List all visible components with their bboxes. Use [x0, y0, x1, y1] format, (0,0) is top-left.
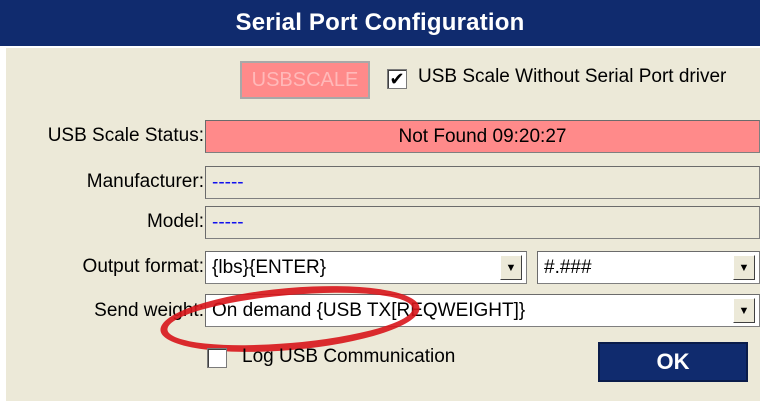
number-format-value: #.###	[544, 256, 592, 278]
output-format-value: {lbs}{ENTER}	[212, 256, 327, 278]
number-format-select[interactable]: #.###	[537, 251, 760, 284]
log-usb-label: Log USB Communication	[242, 346, 456, 367]
manufacturer-value: -----	[212, 171, 244, 193]
manufacturer-label: Manufacturer:	[86, 171, 204, 192]
checkmark-icon: ✔	[389, 69, 405, 89]
usbscale-badge: USBSCALE	[240, 61, 370, 99]
log-usb-checkbox[interactable]	[207, 348, 227, 368]
output-format-dropdown-icon[interactable]: ▼	[500, 255, 522, 280]
model-label: Model:	[146, 211, 204, 232]
model-value: -----	[212, 211, 244, 233]
manufacturer-field: -----	[205, 166, 760, 199]
status-value: Not Found 09:20:27	[398, 125, 567, 147]
send-weight-select[interactable]: On demand {USB TX[REQWEIGHT]}	[205, 294, 760, 327]
send-weight-dropdown-icon[interactable]: ▼	[733, 298, 755, 323]
ok-button[interactable]: OK	[598, 342, 748, 382]
model-field: -----	[205, 206, 760, 239]
window-title: Serial Port Configuration	[0, 0, 760, 46]
output-format-select[interactable]: {lbs}{ENTER}	[205, 251, 527, 284]
status-label: USB Scale Status:	[47, 125, 204, 146]
send-weight-value: On demand {USB TX[REQWEIGHT]}	[212, 299, 526, 321]
usb-without-driver-checkbox[interactable]: ✔	[387, 69, 407, 89]
send-weight-label: Send weight:	[94, 300, 204, 321]
number-format-dropdown-icon[interactable]: ▼	[733, 255, 755, 280]
output-format-label: Output format:	[82, 256, 204, 277]
usb-without-driver-label: USB Scale Without Serial Port driver	[418, 66, 727, 87]
status-field: Not Found 09:20:27	[205, 120, 760, 153]
